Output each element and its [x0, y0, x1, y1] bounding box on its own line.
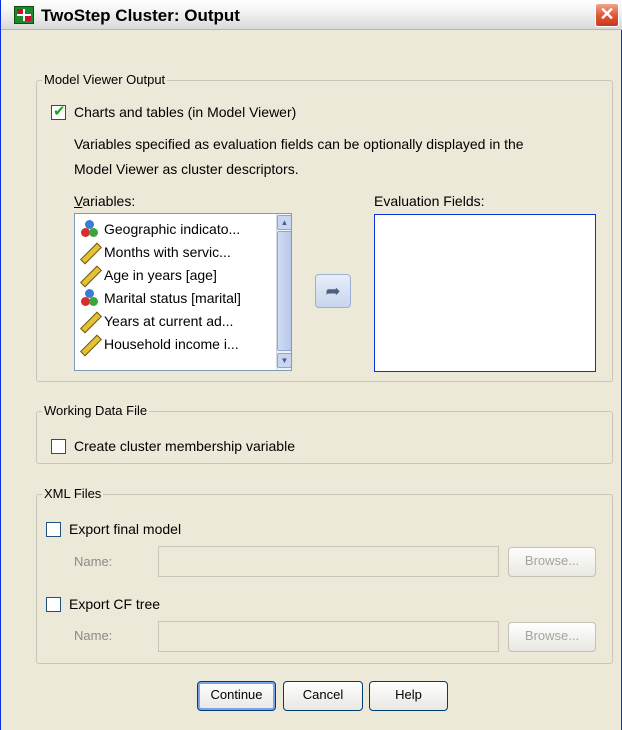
list-item[interactable]: Geographic indicato...: [81, 218, 240, 240]
spss-app-icon: [14, 6, 34, 24]
continue-button[interactable]: Continue: [197, 681, 276, 711]
evaluation-fields-label: Evaluation Fields:: [374, 193, 485, 209]
charts-tables-label: Charts and tables (in Model Viewer): [74, 104, 297, 120]
xml-files-legend: XML Files: [42, 486, 104, 501]
dialog-window: TwoStep Cluster: Output ✕ Model Viewer O…: [0, 0, 622, 730]
nominal-icon: [81, 220, 99, 238]
evaluation-fields-listbox[interactable]: [374, 214, 596, 372]
export-cf-name-input[interactable]: [158, 621, 499, 652]
charts-tables-option[interactable]: Charts and tables (in Model Viewer): [51, 102, 297, 120]
export-final-model-label: Export final model: [69, 521, 182, 537]
variables-listbox[interactable]: Geographic indicato... Months with servi…: [74, 213, 292, 371]
window-title: TwoStep Cluster: Output: [41, 6, 240, 25]
description-line-2: Model Viewer as cluster descriptors.: [74, 161, 299, 177]
title-bar[interactable]: TwoStep Cluster: Output ✕: [1, 0, 622, 30]
cancel-button[interactable]: Cancel: [283, 681, 363, 711]
scroll-up-button[interactable]: ▲: [277, 215, 291, 230]
cluster-membership-checkbox[interactable]: [51, 438, 66, 454]
export-final-model-checkbox[interactable]: [46, 521, 61, 537]
list-item[interactable]: Years at current ad...: [81, 310, 233, 332]
cluster-membership-option[interactable]: Create cluster membership variable: [51, 438, 295, 454]
description-line-1: Variables specified as evaluation fields…: [74, 136, 524, 152]
export-cf-name-label: Name:: [74, 628, 113, 643]
export-final-model-option[interactable]: Export final model: [46, 521, 181, 537]
export-model-browse-button[interactable]: Browse...: [508, 547, 596, 577]
help-button[interactable]: Help: [369, 681, 448, 711]
variables-label-rest: ariables:: [82, 193, 136, 209]
model-viewer-output-legend: Model Viewer Output: [42, 72, 168, 87]
export-model-name-input[interactable]: [158, 546, 499, 577]
export-cf-tree-checkbox[interactable]: [46, 596, 61, 612]
variables-label: Variables:: [74, 193, 136, 209]
list-item[interactable]: Age in years [age]: [81, 264, 217, 286]
scroll-down-button[interactable]: ▼: [277, 353, 291, 368]
scale-ruler-icon: [81, 335, 99, 353]
charts-tables-checkbox[interactable]: [51, 102, 66, 120]
move-to-evaluation-button[interactable]: ➦: [315, 274, 351, 308]
export-cf-tree-option[interactable]: Export CF tree: [46, 596, 160, 612]
list-item[interactable]: Household income i...: [81, 333, 239, 355]
variables-scrollbar[interactable]: ▲ ▼: [276, 214, 291, 370]
working-data-file-legend: Working Data File: [42, 403, 150, 418]
list-item[interactable]: Months with servic...: [81, 241, 231, 263]
close-button[interactable]: ✕: [595, 3, 619, 27]
list-item[interactable]: Marital status [marital]: [81, 287, 241, 309]
scale-ruler-icon: [81, 243, 99, 261]
nominal-icon: [81, 289, 99, 307]
cluster-membership-label: Create cluster membership variable: [74, 438, 295, 454]
export-cf-tree-label: Export CF tree: [69, 596, 161, 612]
export-cf-browse-button[interactable]: Browse...: [508, 622, 596, 652]
scale-ruler-icon: [81, 312, 99, 330]
export-model-name-label: Name:: [74, 554, 113, 569]
scroll-thumb[interactable]: [277, 231, 291, 351]
scale-ruler-icon: [81, 266, 99, 284]
